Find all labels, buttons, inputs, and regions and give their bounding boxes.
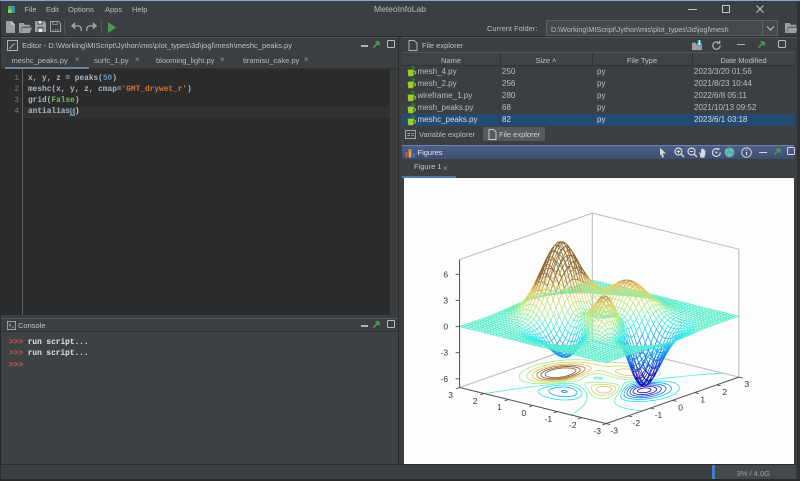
svg-text:-1: -1 — [545, 414, 553, 424]
svg-text:3: 3 — [745, 379, 750, 389]
svg-text:-3: -3 — [610, 426, 618, 436]
svg-text:0: 0 — [522, 408, 527, 418]
svg-text:1: 1 — [700, 395, 705, 405]
svg-text:0: 0 — [678, 402, 683, 412]
svg-text:3: 3 — [443, 296, 448, 306]
svg-text:2: 2 — [722, 387, 727, 397]
svg-text:-3: -3 — [441, 348, 449, 358]
svg-text:0: 0 — [443, 322, 448, 332]
svg-text:-3: -3 — [593, 426, 601, 436]
svg-text:-2: -2 — [633, 418, 641, 428]
svg-text:6: 6 — [443, 269, 448, 279]
svg-text:-6: -6 — [441, 374, 449, 384]
svg-text:3: 3 — [448, 390, 453, 400]
svg-text:-1: -1 — [655, 410, 663, 420]
svg-text:-2: -2 — [569, 420, 577, 430]
svg-text:2: 2 — [473, 396, 478, 406]
svg-text:1: 1 — [497, 402, 502, 412]
